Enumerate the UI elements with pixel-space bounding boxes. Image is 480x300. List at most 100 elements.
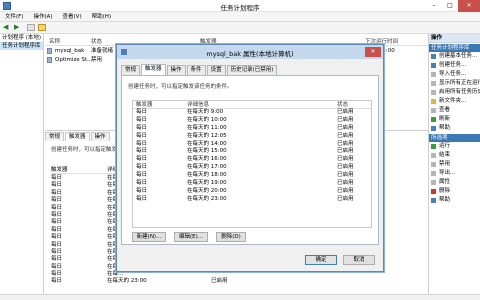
back-icon[interactable]: ◀ [3,24,11,31]
dialog-close-button[interactable]: ✕ [365,47,381,57]
menu-bar: 文件(F) 操作(A) 查看(V) 帮助(H) [0,12,480,22]
dialog-trigger-row[interactable]: 每日 在每天的 23:00 已启用 [133,196,371,204]
action-item[interactable]: 属性 [429,178,480,187]
properties-icon[interactable] [38,24,46,31]
trigger-detail: 在每天的 23:00 [107,278,147,285]
action-item[interactable]: 创建基本任务... [429,52,480,61]
ok-button[interactable]: 确定 [305,255,337,265]
trigger-status: 已启用 [337,132,354,139]
dialog-trigger-row[interactable]: 每日 在每天的 12:05 已启用 [133,133,371,141]
tree-item-library[interactable]: 任务计划程序库 [0,42,43,50]
action-item[interactable]: 结束 [429,151,480,160]
action-item[interactable]: 启用所有任务历史... [429,88,480,97]
column-trigger[interactable]: 触发器 [51,166,68,174]
show-hide-tree-icon[interactable] [27,24,35,31]
trigger-status: 已启用 [337,187,354,194]
running-icon [431,81,436,86]
maximize-button[interactable]: □ [442,0,458,12]
trigger-status: 已启用 [337,172,354,179]
help-icon [431,198,436,203]
action-item[interactable]: 刷新 [429,115,480,124]
action-item[interactable]: 导出... [429,169,480,178]
edit-trigger-button[interactable]: 编辑(E)... [174,232,208,242]
dialog-trigger-row[interactable]: 每日 在每天的 9:00 已启用 [133,109,371,117]
action-item[interactable]: 查看 [429,106,480,115]
action-item[interactable]: 帮助 [429,196,480,205]
trigger-type: 每日 [136,164,148,171]
trigger-status: 已启用 [211,278,228,285]
column-detail[interactable]: 详细信息 [187,101,209,109]
trigger-detail: 在每天的 19:00 [187,180,227,187]
dialog-tab-actions[interactable]: 操作 [166,65,186,75]
dialog-trigger-row[interactable]: 每日 在每天的 18:00 已启用 [133,172,371,180]
tab-triggers[interactable]: 触发器 [65,132,90,141]
dialog-trigger-row[interactable]: 每日 在每天的 11:00 已启用 [133,125,371,133]
task-name: Optimize St... [55,57,93,63]
trigger-detail: 在每天的 9:00 [187,109,224,115]
menu-action[interactable]: 操作(A) [28,12,57,21]
action-item[interactable]: 新文件夹... [429,97,480,106]
disable-icon [431,162,436,167]
trigger-type: 每日 [51,256,63,263]
action-item[interactable]: 导入任务... [429,70,480,79]
actions-section-library[interactable]: 任务计划程序库 [429,44,480,52]
trigger-type: 每日 [51,204,63,211]
end-icon [431,153,436,158]
menu-help[interactable]: 帮助(H) [87,12,116,21]
trigger-detail: 在每天的 10:00 [187,116,227,123]
column-status[interactable]: 状态 [337,101,348,109]
trigger-row[interactable]: 每日 在每天的 23:00 已启用 [51,278,261,285]
column-trigger[interactable]: 触发器 [136,101,153,109]
forward-icon[interactable]: ▶ [14,24,22,31]
trigger-type: 每日 [51,175,63,181]
column-status[interactable]: 状态 [91,38,102,46]
trigger-type: 每日 [51,197,63,204]
dialog-trigger-row[interactable]: 每日 在每天的 17:00 已启用 [133,164,371,172]
dialog-tab-settings[interactable]: 设置 [206,65,226,75]
dialog-tab-conditions[interactable]: 条件 [186,65,206,75]
cancel-button[interactable]: 取消 [343,255,375,265]
actions-pane: 操作 任务计划程序库 创建基本任务... 创建任务... 导入任务... 显示所有正在… [428,34,480,296]
trigger-detail: 在每天的 17:00 [187,164,227,171]
action-item[interactable]: 禁用 [429,160,480,169]
column-name[interactable]: 名称 [49,38,60,46]
dialog-tab-triggers[interactable]: 触发器 [141,64,166,75]
menu-view[interactable]: 查看(V) [58,12,87,21]
window-title: 任务计划程序 [220,4,260,12]
trigger-type: 每日 [51,248,63,255]
close-button[interactable]: ✕ [458,0,480,12]
dialog-triggers-panel: 创建任务时，可以指定触发该任务的条件。 触发器 详细信息 状态 每日 在每天的 9… [121,75,379,245]
trigger-type: 每日 [136,172,148,179]
trigger-type: 每日 [136,180,148,187]
tab-actions[interactable]: 操作 [90,132,110,141]
dialog-trigger-row[interactable]: 每日 在每天的 15:00 已启用 [133,148,371,156]
trigger-type: 每日 [51,182,63,189]
dialog-description: 创建任务时，可以指定触发该任务的条件。 [128,84,233,90]
properties-dialog: mysql_bak 属性(本地计算机) ✕ 常规 触发器 操作 条件 设置 历史… [116,44,384,272]
action-label: 刷新 [439,116,451,122]
dialog-tab-general[interactable]: 常规 [121,65,141,75]
action-label: 导出... [439,170,456,176]
action-item[interactable]: 帮助 [429,124,480,133]
action-item[interactable]: 显示所有正在运行... [429,79,480,88]
menu-file[interactable]: 文件(F) [0,12,28,21]
minimize-button[interactable]: – [426,0,442,12]
trigger-detail: 在每天的 11:00 [187,124,227,131]
tab-general[interactable]: 常规 [45,132,65,141]
trigger-type: 每日 [136,124,148,131]
action-item[interactable]: 运行 [429,142,480,151]
dialog-trigger-row[interactable]: 每日 在每天的 20:00 已启用 [133,188,371,196]
dialog-trigger-row[interactable]: 每日 在每天的 19:00 已启用 [133,180,371,188]
new-trigger-button[interactable]: 新建(N)... [132,232,166,242]
action-item[interactable]: 删除 [429,187,480,196]
dialog-trigger-row[interactable]: 每日 在每天的 16:00 已启用 [133,156,371,164]
action-item[interactable]: 创建任务... [429,61,480,70]
trigger-row[interactable]: 每日在每... [51,271,261,278]
delete-trigger-button[interactable]: 删除(D) [216,232,246,242]
dialog-tab-history[interactable]: 历史记录(已禁用) [226,65,278,75]
action-label: 属性 [439,179,451,185]
dialog-trigger-row[interactable]: 每日 在每天的 10:00 已启用 [133,117,371,125]
dialog-trigger-row[interactable]: 每日 在每天的 14:00 已启用 [133,141,371,149]
tree-item-local[interactable]: 计划程序 (本地) [0,34,43,42]
actions-section-selected[interactable]: 所选项 [429,134,480,142]
